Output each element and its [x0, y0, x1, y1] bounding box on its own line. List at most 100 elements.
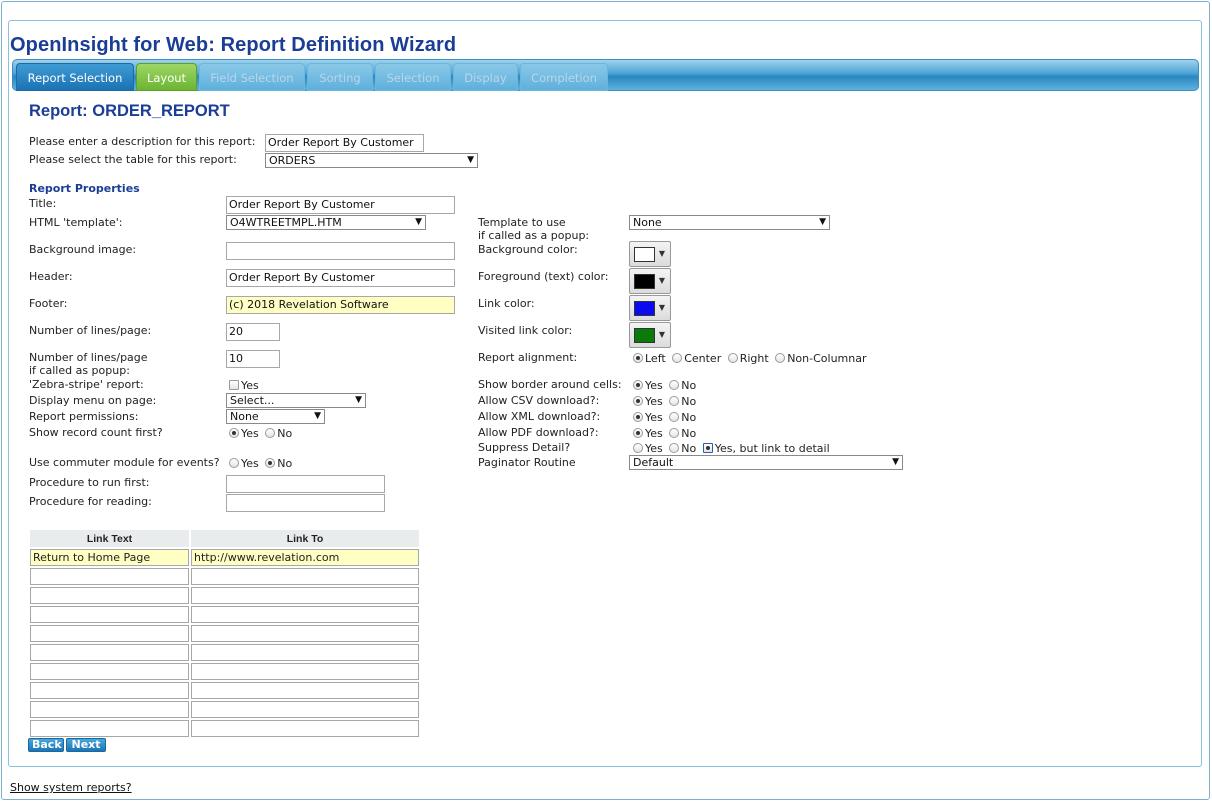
link-to-input[interactable] — [191, 644, 419, 661]
pdf-label: Allow PDF download?: — [478, 426, 599, 439]
xml-yes: Yes — [645, 411, 663, 424]
checkbox-icon[interactable] — [229, 380, 239, 390]
link-to-input[interactable] — [191, 682, 419, 699]
table-cell: Return to Home Page — [30, 549, 189, 566]
radio-icon[interactable] — [775, 353, 786, 363]
radio-icon[interactable] — [669, 380, 680, 390]
link-text-input[interactable]: Return to Home Page — [30, 549, 189, 566]
link-to-input[interactable]: http://www.revelation.com — [191, 549, 419, 566]
link-to-input[interactable] — [191, 568, 419, 585]
link-text-input[interactable] — [30, 682, 189, 699]
bg-color-picker[interactable]: ▼ — [629, 241, 671, 267]
radio-icon[interactable] — [265, 428, 276, 438]
background-image-label: Background image: — [29, 243, 137, 256]
link-text-input[interactable] — [30, 625, 189, 642]
paginator-value: Default — [633, 456, 674, 469]
record-count-no: No — [277, 427, 293, 440]
tab-sorting[interactable]: Sorting — [307, 63, 373, 91]
radio-selected-icon[interactable] — [633, 412, 643, 422]
template-popup-select[interactable]: None ▼ — [629, 215, 830, 230]
record-count-radios: Yes No — [229, 427, 292, 440]
lines-per-page-input[interactable]: 20 — [226, 323, 280, 341]
radio-selected-icon[interactable] — [633, 380, 643, 390]
description-input[interactable]: Order Report By Customer — [265, 134, 424, 152]
permissions-value: None — [230, 410, 259, 423]
table-cell — [30, 720, 189, 737]
link-text-input[interactable] — [30, 663, 189, 680]
lines-popup-label: Number of lines/page — [29, 351, 148, 364]
table-row — [30, 587, 419, 604]
radio-selected-icon[interactable] — [633, 353, 643, 363]
header-input[interactable]: Order Report By Customer — [226, 269, 455, 287]
link-text-input[interactable] — [30, 701, 189, 718]
radio-icon[interactable] — [672, 353, 683, 363]
table-row — [30, 625, 419, 642]
fg-color-picker[interactable]: ▼ — [629, 268, 671, 294]
table-cell — [191, 587, 419, 604]
table-cell — [191, 606, 419, 623]
link-text-input[interactable] — [30, 720, 189, 737]
tab-report-selection[interactable]: Report Selection — [16, 63, 134, 91]
link-to-input[interactable] — [191, 720, 419, 737]
visited-color-picker[interactable]: ▼ — [629, 322, 671, 348]
fg-color-label: Foreground (text) color: — [478, 270, 609, 283]
link-text-header: Link Text — [30, 530, 189, 547]
radio-icon[interactable] — [669, 412, 680, 422]
lines-popup-input[interactable]: 10 — [226, 350, 280, 368]
title-input[interactable]: Order Report By Customer — [226, 196, 455, 214]
background-image-input[interactable] — [226, 242, 455, 260]
proc-first-label: Procedure to run first: — [29, 476, 150, 489]
link-text-input[interactable] — [30, 644, 189, 661]
tab-display[interactable]: Display — [453, 63, 518, 91]
display-menu-value: Select... — [230, 394, 275, 407]
next-button[interactable]: Next — [66, 738, 106, 752]
commuter-label: Use commuter module for events? — [29, 456, 220, 469]
radio-icon[interactable] — [727, 353, 738, 363]
proc-reading-input[interactable] — [226, 494, 385, 512]
zebra-checkbox[interactable]: Yes — [229, 379, 259, 392]
link-text-input[interactable] — [30, 606, 189, 623]
link-text-input[interactable] — [30, 568, 189, 585]
radio-icon[interactable] — [669, 443, 680, 453]
radio-selected-icon[interactable] — [633, 428, 643, 438]
radio-icon[interactable] — [633, 443, 643, 453]
table-row — [30, 644, 419, 661]
display-menu-select[interactable]: Select... ▼ — [226, 393, 366, 408]
alignment-non-columnar: Non-Columnar — [787, 352, 867, 365]
permissions-select[interactable]: None ▼ — [226, 409, 325, 424]
back-button[interactable]: Back — [28, 738, 64, 752]
radio-icon[interactable] — [229, 458, 239, 468]
radio-selected-icon[interactable] — [229, 428, 239, 438]
radio-icon[interactable] — [669, 428, 680, 438]
table-cell — [30, 625, 189, 642]
proc-first-input[interactable] — [226, 475, 385, 493]
tab-selection[interactable]: Selection — [375, 63, 451, 91]
link-text-input[interactable] — [30, 587, 189, 604]
show-system-reports-link[interactable]: Show system reports? — [10, 781, 132, 794]
footer-input[interactable]: (c) 2018 Revelation Software — [226, 296, 455, 314]
chevron-down-icon: ▼ — [892, 457, 899, 467]
csv-radios: Yes No — [633, 395, 696, 408]
table-select[interactable]: ORDERS ▼ — [265, 153, 478, 168]
commuter-radios: Yes No — [229, 457, 292, 470]
radio-selected-icon[interactable] — [633, 396, 643, 406]
link-to-input[interactable] — [191, 606, 419, 623]
radio-selected-icon[interactable] — [265, 458, 276, 468]
app-title: OpenInsight for Web: Report Definition W… — [10, 34, 457, 56]
link-to-input[interactable] — [191, 663, 419, 680]
title-label: Title: — [29, 197, 57, 210]
color-chip — [634, 247, 655, 262]
paginator-select[interactable]: Default ▼ — [629, 455, 903, 470]
tab-field-selection[interactable]: Field Selection — [199, 63, 305, 91]
html-template-select[interactable]: O4WTREETMPL.HTM ▼ — [226, 215, 426, 230]
link-to-input[interactable] — [191, 625, 419, 642]
link-color-picker[interactable]: ▼ — [629, 295, 671, 321]
link-to-input[interactable] — [191, 701, 419, 718]
tab-completion[interactable]: Completion — [520, 63, 608, 91]
html-template-label: HTML 'template': — [29, 216, 123, 229]
radio-selected-icon[interactable] — [702, 443, 713, 453]
link-to-input[interactable] — [191, 587, 419, 604]
tab-layout[interactable]: Layout — [136, 63, 197, 91]
radio-icon[interactable] — [669, 396, 680, 406]
border-no: No — [681, 379, 697, 392]
